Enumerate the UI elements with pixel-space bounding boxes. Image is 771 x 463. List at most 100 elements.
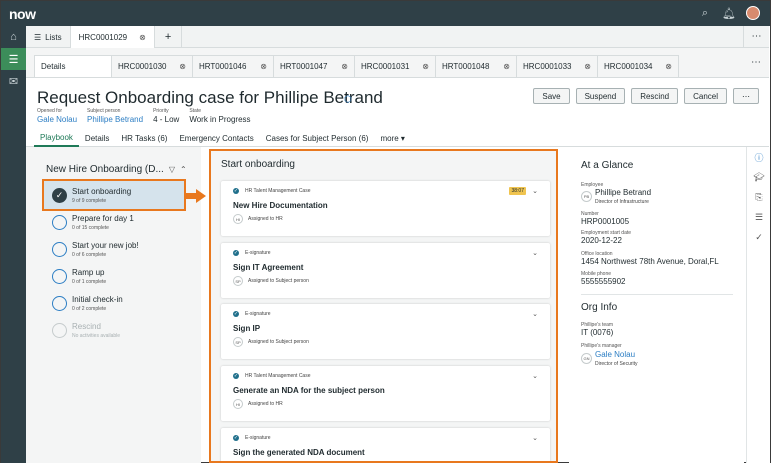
stage-progress: 0 of 6 complete [72,251,107,258]
close-icon[interactable]: ⊗ [260,62,267,71]
assignee-avatar: HI [233,214,243,224]
chevron-down-icon[interactable]: ⌄ [532,372,538,380]
rescind-button[interactable]: Rescind [631,88,679,104]
filter-icon[interactable]: ▽ [169,165,175,174]
playbook-stage[interactable]: Start your new job! 0 of 6 complete [44,235,184,263]
tag-icon[interactable]: ⬡ [344,94,352,105]
cancel-button[interactable]: Cancel [684,88,727,104]
save-button[interactable]: Save [533,88,570,104]
manager-link[interactable]: Gale Nolau [595,350,635,359]
record-tab[interactable]: HRC0001033 ⊗ [516,55,598,77]
activity-card[interactable]: ✓ HR Talent Management Case Generate an N… [221,366,550,421]
record-tab-label: HRT0001046 [199,62,247,71]
record-tab-label: HRT0001048 [442,62,490,71]
card-assignee: Assigned to HR [248,401,283,407]
assignee-avatar: SP [233,276,243,286]
app-window: now ⌕ 🔔︎ ⌂ ☰ ✉ ☰ Lists HRC0001029 ⊗ + ⋯ De… [0,0,771,463]
record-tab[interactable]: HRC0001034 ⊗ [597,55,679,77]
card-type: HR Talent Management Case [245,373,311,379]
list-icon[interactable]: ☰ [1,48,26,70]
search-icon[interactable]: ⌕ [698,7,712,20]
page-title: Request Onboarding case for Phillipe Bet… [37,88,383,107]
tab-lists-label: Lists [45,32,62,42]
card-type: E-signature [245,250,271,256]
stage-title: Prepare for day 1 [72,213,134,223]
card-title: Sign the generated NDA document [233,448,365,457]
record-tab[interactable]: HRC0001030 ⊗ [111,55,193,77]
tab-more[interactable]: more ▾ [374,130,410,147]
manager-title: Director of Security [595,361,638,367]
record-tab-label: HRC0001030 [118,62,167,71]
subject-person-link[interactable]: Phillipe Betrand [87,115,143,124]
playbook-stage[interactable]: Rescind No activities available [44,316,184,344]
info-icon[interactable]: ⓘ [747,147,771,167]
record-tab-details[interactable]: Details [34,55,112,77]
tab-emergency-contacts[interactable]: Emergency Contacts [173,130,259,147]
inbox-icon[interactable]: ✉ [1,70,26,92]
tab-lists[interactable]: ☰ Lists [26,26,71,48]
card-type: E-signature [245,435,271,441]
priority-label: Priority [153,108,169,114]
playbook-stage[interactable]: Initial check-in 0 of 2 complete [44,289,184,317]
record-tab[interactable]: HRT0001046 ⊗ [192,55,274,77]
suspend-button[interactable]: Suspend [575,88,626,104]
tab-hr-tasks[interactable]: HR Tasks (6) [115,130,173,147]
check-icon[interactable]: ✓ [747,227,771,247]
chevron-down-icon[interactable]: ⌄ [532,249,538,257]
record-tabs-more-button[interactable]: ⋯ [743,47,769,77]
record-tab[interactable]: HRT0001048 ⊗ [435,55,517,77]
close-icon[interactable]: ⊗ [665,62,672,71]
manager-label: Phillipe's manager [581,343,622,349]
servicenow-logo[interactable]: now [9,6,36,22]
assignee-avatar: HI [233,399,243,409]
office-value: 1454 Northwest 78th Avenue, Doral,FL [581,257,719,266]
home-icon[interactable]: ⌂ [1,26,26,48]
activity-card[interactable]: ✓ E-signature Sign IP SP Assigned to Subje… [221,304,550,359]
tab-playbook[interactable]: Playbook [34,130,79,147]
close-icon[interactable]: ⊗ [179,62,186,71]
record-tab[interactable]: HRT0001047 ⊗ [273,55,355,77]
timer-badge: 38:07 [509,187,526,195]
activity-card[interactable]: ✓ HR Talent Management Case New Hire Docu… [221,181,550,236]
workspace-more-button[interactable]: ⋯ [743,26,769,47]
close-icon[interactable]: ⊗ [341,62,348,71]
chevron-up-icon[interactable]: ⌃ [180,165,187,174]
chevron-down-icon[interactable]: ⌄ [532,310,538,318]
close-icon[interactable]: ⊗ [139,33,146,42]
close-icon[interactable]: ⊗ [503,62,510,71]
list-icon[interactable]: ☰ [747,207,771,227]
card-title: New Hire Documentation [233,201,328,210]
subject-person-label: Subject person [87,108,121,114]
record-tab-label: HRC0001033 [523,62,572,71]
tab-cases-for-subject[interactable]: Cases for Subject Person (6) [260,130,375,147]
state-value: Work in Progress [189,115,251,124]
playbook-stage[interactable]: Ramp up 0 of 1 complete [44,262,184,290]
activity-card[interactable]: ✓ E-signature Sign IT Agreement SP Assigne… [221,243,550,298]
stage-title: Rescind [72,321,101,331]
record-actions: Save Suspend Rescind Cancel ⋯ [533,88,759,104]
chevron-down-icon[interactable]: ⌄ [532,434,538,442]
playbook-stage[interactable]: ✓ Start onboarding 9 of 9 complete [42,179,186,211]
tab-active-record[interactable]: HRC0001029 ⊗ [70,26,155,48]
card-title: Sign IT Agreement [233,263,304,272]
opened-for-link[interactable]: Gale Nolau [37,115,77,124]
chevron-down-icon[interactable]: ⌄ [532,187,538,195]
graduation-cap-icon[interactable]: 🎓︎ [747,167,771,187]
stage-progress: No activities available [72,332,121,339]
notifications-icon[interactable]: 🔔︎ [722,7,736,20]
more-actions-button[interactable]: ⋯ [733,88,759,104]
new-tab-button[interactable]: + [155,26,183,48]
team-value: IT (0076) [581,328,614,337]
activity-card[interactable]: ✓ E-signature Sign the generated NDA docu… [221,428,550,461]
record-tab-label: Details [41,62,66,71]
playbook-stage[interactable]: Prepare for day 10 of 15 complete [44,208,184,236]
close-icon[interactable]: ⊗ [584,62,591,71]
close-icon[interactable]: ⊗ [422,62,429,71]
record-tab[interactable]: HRC0001031 ⊗ [354,55,436,77]
user-avatar[interactable] [746,6,760,20]
stage-title: Ramp up [72,267,105,277]
tab-details[interactable]: Details [79,130,115,147]
stage-circle-icon [52,295,67,311]
left-nav: ⌂ ☰ ✉ [1,26,26,463]
attachment-icon[interactable]: ⎘ [747,187,771,207]
